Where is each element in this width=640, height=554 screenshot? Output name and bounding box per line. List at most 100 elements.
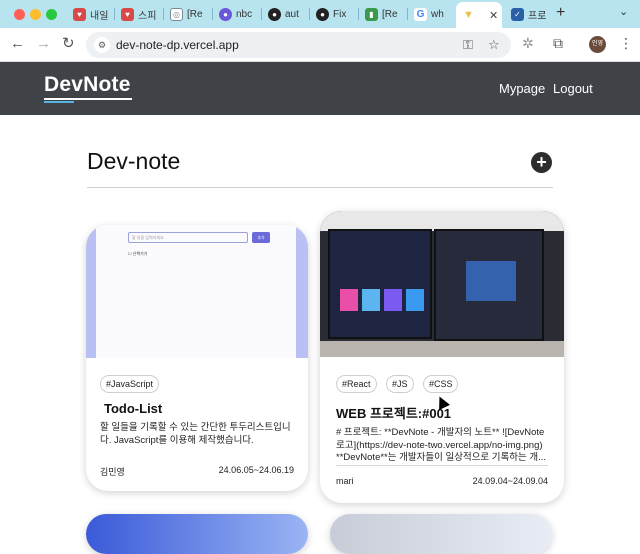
maximize-window-button[interactable] (46, 9, 57, 20)
browser-tab[interactable]: ● nbc (219, 3, 252, 25)
tag[interactable]: #CSS (422, 375, 459, 393)
tab-label: wh (431, 8, 444, 20)
browser-tab[interactable]: ✓ 프로 (511, 3, 546, 25)
profile-avatar[interactable]: 인영 (589, 36, 606, 53)
tab-separator (114, 8, 115, 20)
heart-icon: ♥ (73, 7, 86, 21)
browser-tab-bar: ♥ 내일 ♥ 스피 ◎ [Re ● nbc ● aut ● Fix ▮ [Re … (0, 0, 640, 28)
add-post-button[interactable]: + (531, 152, 552, 173)
nav-logout-link[interactable]: Logout (553, 81, 593, 96)
tag-list: #React #JS #CSS (336, 374, 463, 393)
thumb-side-bar (296, 225, 308, 358)
browser-toolbar: ← → ↻ ⚙ dev-note-dp.vercel.app ⚿ ☆ ✲ ⧉ 인… (0, 28, 640, 62)
browser-tab[interactable]: ♥ 스피 (121, 3, 156, 25)
google-icon: G (414, 7, 427, 21)
thumb-monitor-content (342, 249, 396, 271)
url-text[interactable]: dev-note-dp.vercel.app (116, 38, 239, 52)
globe-icon: ◎ (170, 7, 183, 21)
tag[interactable]: #JavaScript (100, 375, 160, 393)
site-logo[interactable]: DevNote (44, 73, 131, 97)
card-divider (336, 465, 548, 466)
thumb-desk (320, 341, 564, 357)
browser-tab[interactable]: ● aut (268, 3, 299, 25)
card-date: 24.06.05~24.06.19 (218, 465, 294, 475)
minimize-window-button[interactable] (30, 9, 41, 20)
thumb-monitor-right (434, 229, 544, 341)
thumb-add-button: 추가 (252, 232, 270, 243)
card-description: # 프로젝트: **DevNote - 개발자의 노트** ![DevNote … (336, 427, 547, 463)
browser-tab-active[interactable]: ▼ ✕ (456, 2, 502, 28)
new-tab-button[interactable]: + (556, 4, 565, 22)
thumb-tile (384, 289, 402, 311)
reload-icon[interactable]: ↻ (62, 35, 75, 53)
bookmark-icon: ✓ (511, 7, 524, 21)
tab-separator (358, 8, 359, 20)
thumb-tile (340, 289, 358, 311)
tab-label: [Re (382, 8, 398, 20)
tab-separator (261, 8, 262, 20)
password-key-icon[interactable]: ⚿ (463, 37, 473, 53)
card-title[interactable]: WEB 프로젝트:#001 (336, 403, 451, 422)
book-icon: ▮ (365, 7, 378, 21)
browser-tab[interactable]: ♥ 내일 (73, 3, 108, 25)
extension-icon[interactable]: ✲ (522, 35, 534, 52)
tag-list: #JavaScript (100, 374, 164, 393)
card-title[interactable]: Todo-List (104, 401, 162, 416)
card-author: 김민영 (100, 467, 125, 477)
title-divider (87, 187, 553, 188)
thumb-monitor-left (328, 229, 432, 339)
tab-label: aut (285, 8, 299, 20)
circle-icon: ● (219, 7, 232, 21)
extensions-puzzle-icon[interactable]: ⧉ (553, 35, 563, 52)
thumb-todo-item: ☐ 산책가기 (128, 251, 148, 256)
browser-tab[interactable]: G wh (414, 3, 444, 25)
back-arrow-icon[interactable]: ← (10, 35, 25, 53)
more-menu-icon[interactable]: ⋮ (619, 35, 633, 52)
tag[interactable]: #JS (385, 375, 414, 393)
card-author: mari (336, 476, 354, 486)
thumb-side-bar (86, 225, 96, 358)
thumb-tile (362, 289, 380, 311)
tab-menu-chevron-icon[interactable]: ⌄ (619, 5, 628, 18)
logo-underline (44, 98, 132, 100)
card-date: 24.09.04~24.09.04 (472, 476, 548, 486)
close-tab-icon[interactable]: ✕ (489, 9, 498, 22)
thumb-todo-input: 할 일을 입력하세요 (128, 232, 248, 243)
browser-tab[interactable]: ◎ [Re (170, 3, 203, 25)
site-info-icon[interactable]: ⚙ (94, 37, 110, 53)
tab-label: [Re (187, 8, 203, 20)
close-window-button[interactable] (14, 9, 25, 20)
nav-mypage-link[interactable]: Mypage (499, 81, 545, 96)
tab-separator (163, 8, 164, 20)
post-card[interactable]: #React #JS #CSS WEB 프로젝트:#001 # 프로젝트: **… (320, 211, 564, 503)
browser-tab[interactable]: ● Fix (316, 3, 346, 25)
card-description: 할 일들을 기록할 수 있는 간단한 투두리스트입니다. JavaScript를… (100, 422, 291, 446)
tab-separator (407, 8, 408, 20)
vercel-icon: ▼ (462, 8, 475, 22)
forward-arrow-icon[interactable]: → (36, 35, 51, 53)
github-icon: ● (316, 7, 329, 21)
thumb-todo-item-text: 산책가기 (132, 251, 148, 256)
tab-label: 프로 (528, 10, 547, 22)
github-icon: ● (268, 7, 281, 21)
bookmark-star-icon[interactable]: ☆ (488, 37, 500, 53)
thumb-tile (406, 289, 424, 311)
heart-icon: ♥ (121, 7, 134, 21)
post-thumbnail (320, 211, 564, 357)
browser-tab[interactable]: ▮ [Re (365, 3, 398, 25)
address-bar[interactable]: ⚙ dev-note-dp.vercel.app ⚿ ☆ (86, 32, 511, 58)
tab-separator (212, 8, 213, 20)
tab-label: 스피 (138, 10, 157, 22)
post-card-partial[interactable] (330, 514, 552, 554)
post-thumbnail: 할 일을 입력하세요 추가 ☐ 산책가기 (86, 225, 308, 358)
tab-label: 내일 (90, 10, 109, 22)
tab-separator (309, 8, 310, 20)
site-header: DevNote Mypage Logout (0, 62, 640, 115)
tab-label: nbc (236, 8, 253, 20)
tag[interactable]: #React (336, 375, 377, 393)
logo-accent-underline (44, 101, 74, 103)
post-card[interactable]: 할 일을 입력하세요 추가 ☐ 산책가기 #JavaScript Todo-Li… (86, 225, 308, 491)
thumb-photo-top (320, 211, 564, 231)
thumb-monitor-graphic (466, 261, 516, 301)
post-card-partial[interactable] (86, 514, 308, 554)
